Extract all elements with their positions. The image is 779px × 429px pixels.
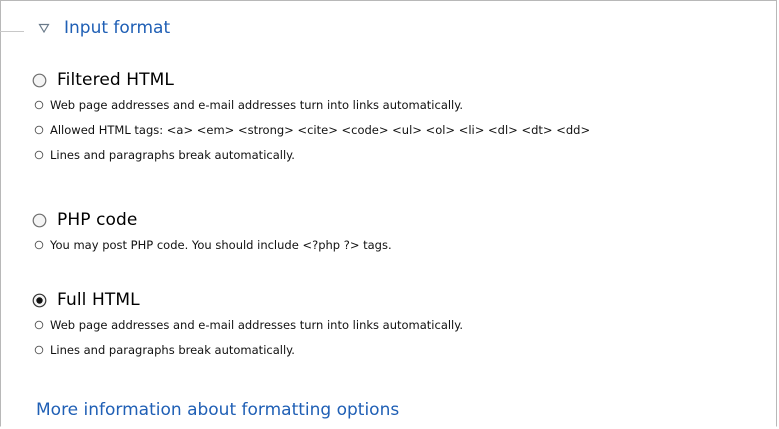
list-item: Web page addresses and e-mail addresses … xyxy=(34,312,463,337)
more-formatting-info-link[interactable]: More information about formatting option… xyxy=(36,400,399,420)
fieldset-legend-toggle[interactable]: Input format xyxy=(38,18,170,38)
circle-bullet-icon xyxy=(34,240,44,249)
radio-checked-icon[interactable] xyxy=(32,293,47,308)
circle-bullet-icon xyxy=(34,150,44,159)
fieldset-border-line xyxy=(0,31,24,32)
list-item: Allowed HTML tags: <a> <em> <strong> <ci… xyxy=(34,117,590,142)
tip-text: Lines and paragraphs break automatically… xyxy=(50,147,295,162)
tip-text: Lines and paragraphs break automatically… xyxy=(50,342,295,357)
radio-unchecked-icon[interactable] xyxy=(32,213,47,228)
tip-text: You may post PHP code. You should includ… xyxy=(50,237,392,252)
list-item: Web page addresses and e-mail addresses … xyxy=(34,92,590,117)
radio-label: Full HTML xyxy=(57,290,140,310)
radio-label: PHP code xyxy=(57,210,138,230)
radio-label: Filtered HTML xyxy=(57,70,174,90)
format-option-php-code: PHP code You may post PHP code. You shou… xyxy=(32,210,392,257)
radio-filtered-html[interactable]: Filtered HTML xyxy=(32,70,588,90)
circle-bullet-icon xyxy=(34,320,44,329)
tip-text: Web page addresses and e-mail addresses … xyxy=(50,97,464,112)
circle-bullet-icon xyxy=(34,100,44,109)
triangle-down-icon xyxy=(38,23,50,34)
format-option-full-html: Full HTML Web page addresses and e-mail … xyxy=(32,290,463,362)
circle-bullet-icon xyxy=(34,345,44,354)
format-option-filtered-html: Filtered HTML Web page addresses and e-m… xyxy=(32,70,590,167)
list-item: Lines and paragraphs break automatically… xyxy=(34,142,590,167)
circle-bullet-icon xyxy=(34,125,44,134)
radio-full-html[interactable]: Full HTML xyxy=(32,290,461,310)
list-item: Lines and paragraphs break automatically… xyxy=(34,337,463,362)
tips-list: You may post PHP code. You should includ… xyxy=(32,232,392,257)
tip-text: Allowed HTML tags: <a> <em> <strong> <ci… xyxy=(50,122,591,137)
radio-unchecked-icon[interactable] xyxy=(32,73,47,88)
list-item: You may post PHP code. You should includ… xyxy=(34,232,392,257)
tips-list: Web page addresses and e-mail addresses … xyxy=(32,312,463,362)
tips-list: Web page addresses and e-mail addresses … xyxy=(32,92,590,167)
fieldset-legend-label: Input format xyxy=(64,18,171,38)
radio-php-code[interactable]: PHP code xyxy=(32,210,390,230)
tip-text: Web page addresses and e-mail addresses … xyxy=(50,317,464,332)
